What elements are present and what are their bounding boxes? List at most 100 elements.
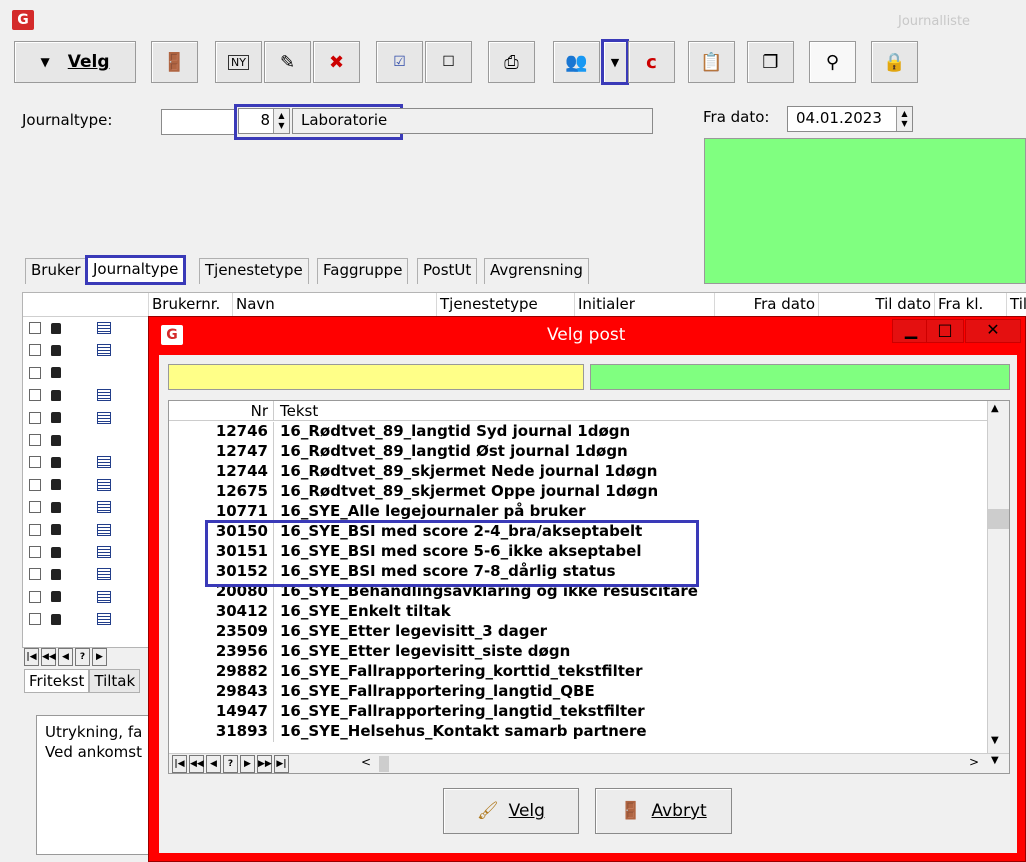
scroll-left-icon[interactable]: <: [361, 755, 371, 769]
row-checkbox[interactable]: [29, 590, 41, 603]
tab-tjenestetype[interactable]: Tjenestetype: [199, 258, 309, 284]
grid-row[interactable]: [29, 384, 111, 406]
c-button[interactable]: c: [628, 41, 675, 83]
grid-row[interactable]: [29, 407, 111, 429]
grid-row[interactable]: [29, 362, 97, 384]
grid-row[interactable]: [29, 474, 111, 496]
tab-fritekst[interactable]: Fritekst: [24, 669, 90, 693]
column-header-initialer[interactable]: Initialer: [575, 293, 715, 317]
avbryt-button[interactable]: 🚪 Avbryt: [595, 788, 732, 834]
lock-button[interactable]: 🔒: [871, 41, 918, 83]
row-checkbox[interactable]: [29, 523, 41, 536]
list-item[interactable]: 14947 16_SYE_Fallrapportering_langtid_tek…: [169, 702, 991, 722]
filter-green-field[interactable]: [590, 364, 1010, 390]
grid-row[interactable]: [29, 563, 111, 585]
horizontal-scrollbar[interactable]: |◀ ◀◀ ◀ ? ▶ ▶▶ ▶| < > ▼: [169, 753, 1009, 773]
row-checkbox[interactable]: [29, 501, 41, 514]
grid-row[interactable]: [29, 339, 111, 361]
scroll-down-corner-icon[interactable]: ▼: [991, 755, 999, 766]
list-item[interactable]: 29843 16_SYE_Fallrapportering_langtid_QBE: [169, 682, 991, 702]
check-list-button[interactable]: ☑: [376, 41, 423, 83]
row-checkbox[interactable]: [29, 344, 41, 357]
nav-prev-button[interactable]: ◀: [58, 648, 73, 666]
grid-row[interactable]: [29, 317, 111, 339]
column-header-navn[interactable]: Navn: [233, 293, 437, 317]
row-checkbox[interactable]: [29, 478, 41, 491]
filter-yellow-field[interactable]: [168, 364, 584, 390]
tab-postut[interactable]: PostUt: [417, 258, 478, 284]
column-header-fra-dato[interactable]: Fra dato: [715, 293, 819, 317]
list-item[interactable]: 30412 16_SYE_Enkelt tiltak: [169, 602, 991, 622]
column-header-brukernr[interactable]: Brukernr.: [149, 293, 233, 317]
scroll-thumb[interactable]: [988, 509, 1009, 529]
row-checkbox[interactable]: [29, 411, 41, 424]
fra-dato-spinner[interactable]: ▲ ▼: [896, 107, 912, 131]
grid-navigator[interactable]: |◀ ◀◀ ◀ ? ▶: [24, 648, 109, 666]
velg-menu-button[interactable]: ▼ Velg: [14, 41, 136, 83]
post-list[interactable]: Nr Tekst 12746 16_Rødtvet_89_langtid Syd …: [168, 400, 1010, 774]
list-item[interactable]: 12675 16_Rødtvet_89_skjermet Oppe journal…: [169, 482, 991, 502]
list-item[interactable]: 12747 16_Rødtvet_89_langtid Øst journal 1…: [169, 442, 991, 462]
tab-tiltak[interactable]: Tiltak: [89, 669, 141, 693]
scroll-down-icon[interactable]: ▼: [991, 735, 999, 746]
list-item[interactable]: 12744 16_Rødtvet_89_skjermet Nede journal…: [169, 462, 991, 482]
column-header-til[interactable]: Til: [1007, 293, 1026, 317]
list-item[interactable]: 29882 16_SYE_Fallrapportering_korttid_tek…: [169, 662, 991, 682]
list-button[interactable]: ☐: [425, 41, 472, 83]
nav-prev-page-button[interactable]: ◀◀: [41, 648, 56, 666]
list-item[interactable]: 23956 16_SYE_Etter legevisitt_siste døgn: [169, 642, 991, 662]
tab-faggruppe[interactable]: Faggruppe: [317, 258, 409, 284]
minimize-button[interactable]: ▁: [892, 319, 930, 343]
scroll-right-icon[interactable]: >: [969, 755, 979, 769]
hscroll-thumb[interactable]: [379, 756, 389, 772]
new-button[interactable]: NY: [215, 41, 262, 83]
row-checkbox[interactable]: [29, 366, 41, 379]
search-users-button[interactable]: ⚲: [809, 41, 856, 83]
close-button[interactable]: ✕: [965, 319, 1021, 343]
vertical-scrollbar[interactable]: ▲ ▼: [987, 401, 1009, 753]
column-header-til-dato[interactable]: Til dato: [819, 293, 935, 317]
maximize-button[interactable]: □: [926, 319, 964, 343]
exit-button[interactable]: 🚪: [151, 41, 198, 83]
print-button[interactable]: ⎙: [488, 41, 535, 83]
list-nav-next-page-button[interactable]: ▶▶: [257, 755, 272, 773]
list-item[interactable]: 10771 16_SYE_Alle legejournaler på bruker: [169, 502, 991, 522]
list-item[interactable]: 31893 16_SYE_Helsehus_Kontakt samarb part…: [169, 722, 991, 742]
list-nav-prev-page-button[interactable]: ◀◀: [189, 755, 204, 773]
row-checkbox[interactable]: [29, 546, 41, 558]
scroll-up-icon[interactable]: ▲: [991, 403, 999, 414]
copy-button[interactable]: ❐: [747, 41, 794, 83]
paste-button[interactable]: 📋: [688, 41, 735, 83]
list-nav-first-button[interactable]: |◀: [172, 755, 187, 773]
list-nav-help-button[interactable]: ?: [223, 755, 238, 773]
row-checkbox[interactable]: [29, 322, 41, 334]
list-item[interactable]: 23509 16_SYE_Etter legevisitt_3 dager: [169, 622, 991, 642]
column-header-tjenestetype[interactable]: Tjenestetype: [437, 293, 575, 317]
list-nav-next-button[interactable]: ▶: [240, 755, 255, 773]
grid-row[interactable]: [29, 608, 111, 630]
grid-row[interactable]: [29, 541, 111, 563]
row-checkbox[interactable]: [29, 613, 41, 626]
grid-row[interactable]: [29, 586, 111, 608]
journaltype-blank-field[interactable]: [161, 109, 236, 135]
list-nav-prev-button[interactable]: ◀: [206, 755, 221, 773]
row-checkbox[interactable]: [29, 434, 41, 446]
list-navigator[interactable]: |◀ ◀◀ ◀ ? ▶ ▶▶ ▶|: [172, 755, 291, 773]
nav-next-button[interactable]: ▶: [92, 648, 107, 666]
velg-button[interactable]: 🖌 Velg: [443, 788, 579, 834]
journaltype-number-input[interactable]: 8 ▲ ▼: [238, 108, 290, 134]
tab-journaltype[interactable]: Journaltype: [85, 255, 187, 285]
row-checkbox[interactable]: [29, 456, 41, 469]
grid-row[interactable]: [29, 519, 111, 541]
list-item[interactable]: 12746 16_Rødtvet_89_langtid Syd journal 1…: [169, 422, 991, 442]
column-header-nr[interactable]: Nr: [169, 402, 268, 420]
column-header-fra-kl[interactable]: Fra kl.: [935, 293, 1007, 317]
journaltype-spinner[interactable]: ▲ ▼: [273, 109, 289, 133]
tab-avgrensning[interactable]: Avgrensning: [484, 258, 589, 284]
row-checkbox[interactable]: [29, 568, 41, 581]
list-nav-last-button[interactable]: ▶|: [274, 755, 289, 773]
nav-first-button[interactable]: |◀: [24, 648, 39, 666]
grid-row[interactable]: [29, 451, 111, 473]
people-dropdown-button[interactable]: ▼: [601, 39, 629, 85]
column-header-tekst[interactable]: Tekst: [280, 402, 318, 420]
